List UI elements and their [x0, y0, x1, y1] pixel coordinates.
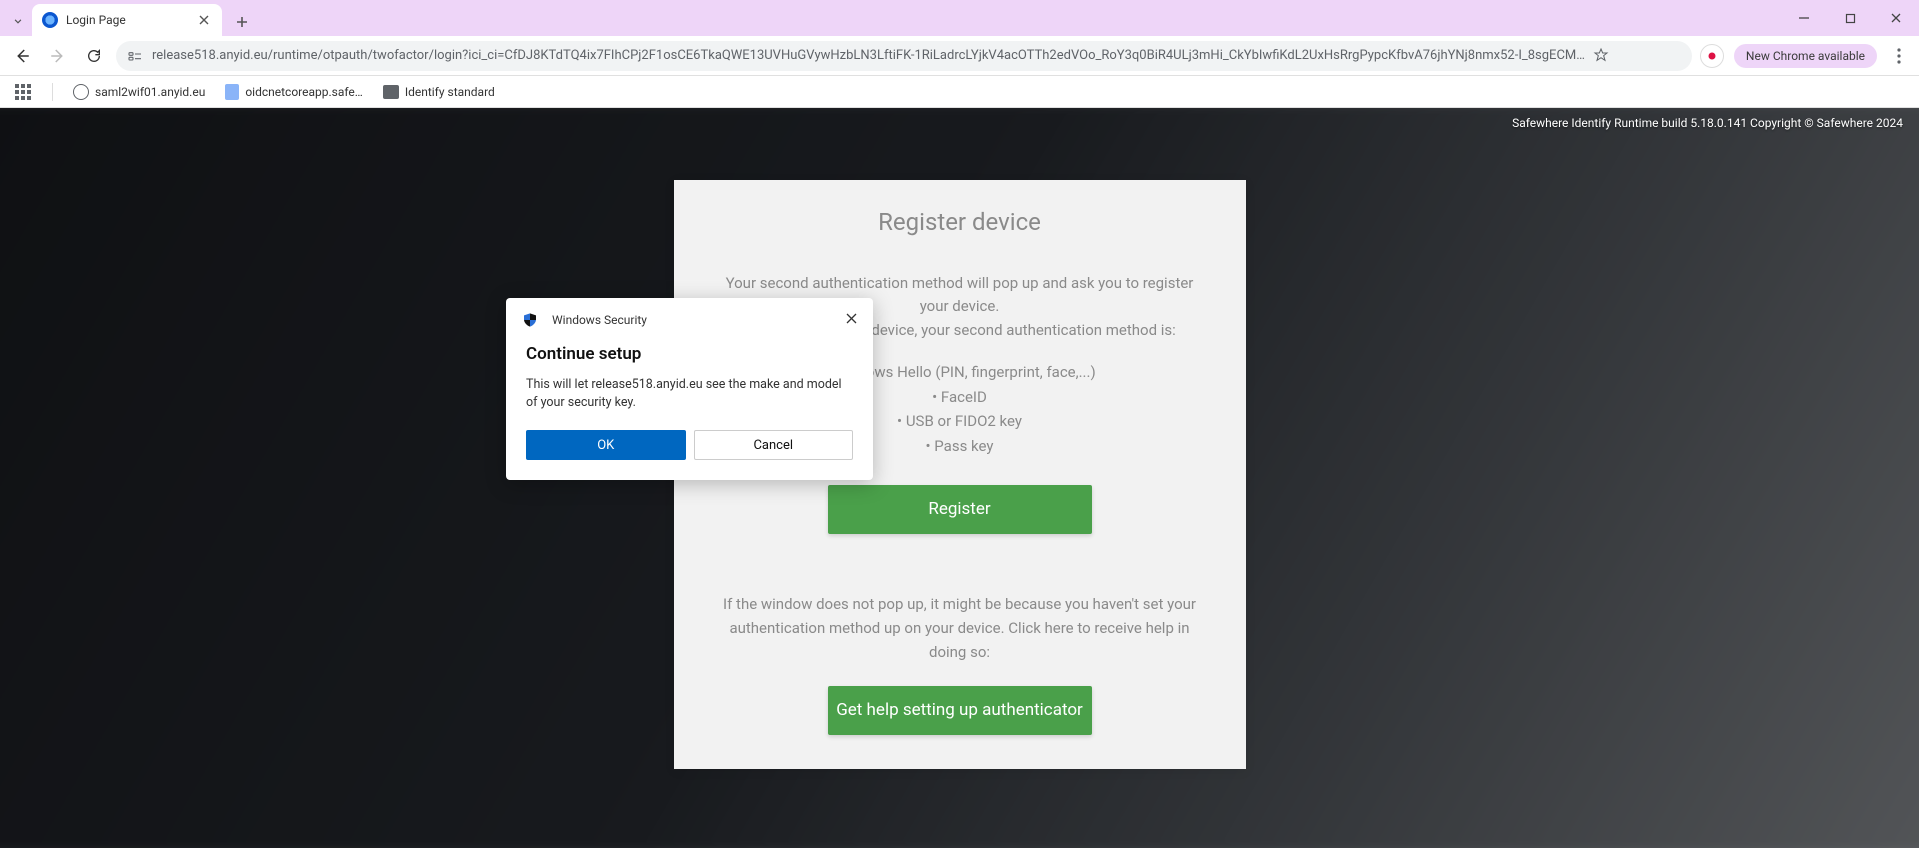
star-icon: [1593, 47, 1609, 63]
close-icon: [1890, 12, 1902, 24]
nav-forward-button[interactable]: [44, 42, 72, 70]
register-button[interactable]: Register: [828, 485, 1092, 534]
dialog-ok-button[interactable]: OK: [526, 430, 686, 460]
nav-reload-button[interactable]: [80, 42, 108, 70]
minimize-icon: [1798, 12, 1810, 24]
bookmark-saml2wif01[interactable]: saml2wif01.anyid.eu: [73, 84, 205, 100]
help-text: If the window does not pop up, it might …: [712, 592, 1208, 664]
bookmark-star-button[interactable]: [1593, 47, 1611, 65]
tab-favicon-icon: [42, 12, 58, 28]
nav-back-button[interactable]: [8, 42, 36, 70]
bookmarks-bar: saml2wif01.anyid.eu oidcnetcoreapp.safe……: [0, 76, 1919, 108]
dialog-title: Continue setup: [526, 344, 853, 364]
plus-icon: [236, 16, 248, 28]
doc-icon: [225, 84, 239, 100]
reload-icon: [86, 48, 102, 64]
tab-close-button[interactable]: [196, 12, 212, 28]
card-title: Register device: [712, 208, 1208, 236]
new-tab-button[interactable]: [228, 8, 256, 36]
dialog-header: Windows Security: [552, 313, 647, 327]
arrow-left-icon: [13, 47, 31, 65]
maximize-icon: [1845, 13, 1856, 24]
tab-strip: Login Page: [0, 0, 1919, 36]
browser-tab[interactable]: Login Page: [32, 4, 222, 36]
url-bar[interactable]: release518.anyid.eu/runtime/otpauth/twof…: [116, 41, 1692, 71]
separator: [52, 83, 53, 101]
bookmark-label: oidcnetcoreapp.safe…: [245, 85, 362, 99]
windows-security-dialog: Windows Security Continue setup This wil…: [506, 298, 873, 480]
dialog-cancel-button[interactable]: Cancel: [694, 430, 854, 460]
chevron-down-icon: [11, 14, 25, 28]
new-chrome-available-button[interactable]: New Chrome available: [1734, 44, 1877, 68]
extension-icon[interactable]: [1700, 44, 1724, 68]
globe-icon: [73, 84, 89, 100]
url-text: release518.anyid.eu/runtime/otpauth/twof…: [152, 48, 1585, 63]
window-minimize-button[interactable]: [1781, 0, 1827, 36]
apps-grid-button[interactable]: [14, 83, 32, 101]
folder-icon: [383, 85, 399, 99]
dialog-message: This will let release518.anyid.eu see th…: [526, 376, 853, 412]
get-help-button[interactable]: Get help setting up authenticator: [828, 686, 1092, 735]
site-controls-icon[interactable]: [126, 47, 144, 65]
browser-toolbar: release518.anyid.eu/runtime/otpauth/twof…: [0, 36, 1919, 76]
puzzle-icon: [1705, 49, 1719, 63]
chrome-menu-button[interactable]: [1887, 44, 1911, 68]
copyright-text: Safewhere Identify Runtime build 5.18.0.…: [1512, 116, 1903, 130]
window-maximize-button[interactable]: [1827, 0, 1873, 36]
close-icon: [199, 15, 209, 25]
bookmark-label: Identify standard: [405, 85, 495, 99]
close-icon: [846, 313, 857, 324]
shield-icon: [522, 312, 538, 328]
bookmark-identify-standard[interactable]: Identify standard: [383, 85, 495, 99]
bookmark-oidcnetcoreapp[interactable]: oidcnetcoreapp.safe…: [225, 84, 362, 100]
tab-search-dropdown[interactable]: [4, 6, 32, 36]
tab-title: Login Page: [66, 13, 188, 27]
dialog-close-button[interactable]: [841, 308, 861, 328]
kebab-icon: [1897, 48, 1901, 64]
arrow-right-icon: [49, 47, 67, 65]
bookmark-label: saml2wif01.anyid.eu: [95, 85, 205, 99]
page-content: Safewhere Identify Runtime build 5.18.0.…: [0, 108, 1919, 848]
window-close-button[interactable]: [1873, 0, 1919, 36]
